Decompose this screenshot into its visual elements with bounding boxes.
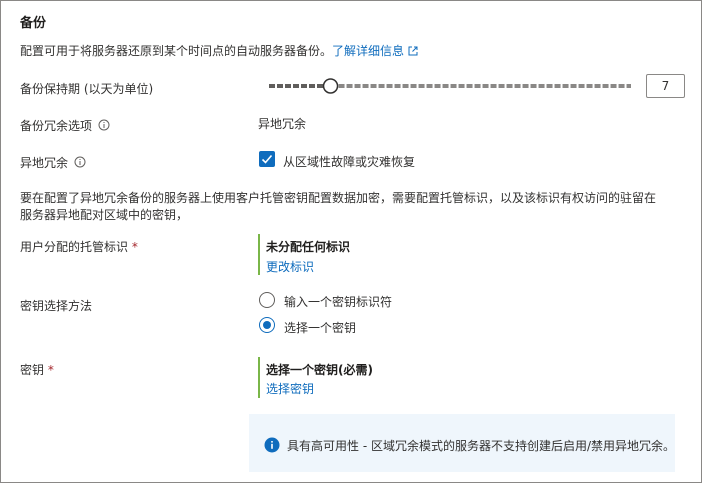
info-notice: 具有高可用性 - 区域冗余模式的服务器不支持创建后启用/禁用异地冗余。 <box>249 414 675 472</box>
section-description: 配置可用于将服务器还原到某个时间点的自动服务器备份。了解详细信息 <box>20 42 418 59</box>
cmk-note-line2: 服务器异地配对区域中的密钥， <box>20 208 189 222</box>
external-link-icon <box>408 46 418 56</box>
key-method-label: 密钥选择方法 <box>20 299 93 313</box>
identity-value: 未分配任何标识 <box>266 240 351 254</box>
info-filled-icon <box>264 437 280 453</box>
redundancy-label-text: 备份冗余选项 <box>20 119 93 133</box>
required-marker: * <box>47 363 54 377</box>
checkmark-icon <box>261 154 273 164</box>
change-identity-link[interactable]: 更改标识 <box>266 258 314 275</box>
key-value: 选择一个密钥(必需) <box>266 363 373 377</box>
geo-redundancy-checkbox[interactable] <box>259 151 275 167</box>
identity-label: 用户分配的托管标识 * <box>20 238 138 255</box>
backup-panel: 备份 配置可用于将服务器还原到某个时间点的自动服务器备份。了解详细信息 备份保持… <box>0 0 702 483</box>
retention-label: 备份保持期 (以天为单位) <box>20 82 154 96</box>
redundancy-label: 备份冗余选项 <box>20 117 110 134</box>
retention-days-input[interactable]: 7 <box>646 74 685 98</box>
radio-select-key-label: 选择一个密钥 <box>284 321 357 335</box>
geo-checkbox-label: 从区域性故障或灾难恢复 <box>283 155 416 169</box>
retention-slider[interactable] <box>267 77 633 95</box>
required-marker: * <box>131 240 138 254</box>
geo-label-text: 异地冗余 <box>20 156 69 170</box>
identity-status-bar <box>258 234 260 275</box>
info-icon[interactable] <box>98 119 110 131</box>
key-label-text: 密钥 <box>20 363 45 377</box>
key-status-bar <box>258 357 260 398</box>
identity-label-text: 用户分配的托管标识 <box>20 240 129 254</box>
geo-label: 异地冗余 <box>20 154 86 171</box>
info-icon[interactable] <box>74 156 86 168</box>
description-text: 配置可用于将服务器还原到某个时间点的自动服务器备份。 <box>20 44 333 58</box>
learn-more-label: 了解详细信息 <box>332 44 405 58</box>
cmk-note-line1: 要在配置了异地冗余备份的服务器上使用客户托管密钥配置数据加密，需要配置托管标识，… <box>20 191 657 205</box>
section-title: 备份 <box>20 16 47 31</box>
radio-select-key[interactable] <box>259 317 275 333</box>
redundancy-value: 异地冗余 <box>258 117 307 131</box>
radio-key-identifier-label: 输入一个密钥标识符 <box>284 295 393 309</box>
select-key-link[interactable]: 选择密钥 <box>266 380 314 397</box>
key-label: 密钥 * <box>20 361 54 378</box>
learn-more-link[interactable]: 了解详细信息 <box>332 44 418 58</box>
slider-thumb[interactable] <box>322 78 339 94</box>
notice-text: 具有高可用性 - 区域冗余模式的服务器不支持创建后启用/禁用异地冗余。 <box>287 439 676 453</box>
radio-key-identifier[interactable] <box>259 292 275 308</box>
